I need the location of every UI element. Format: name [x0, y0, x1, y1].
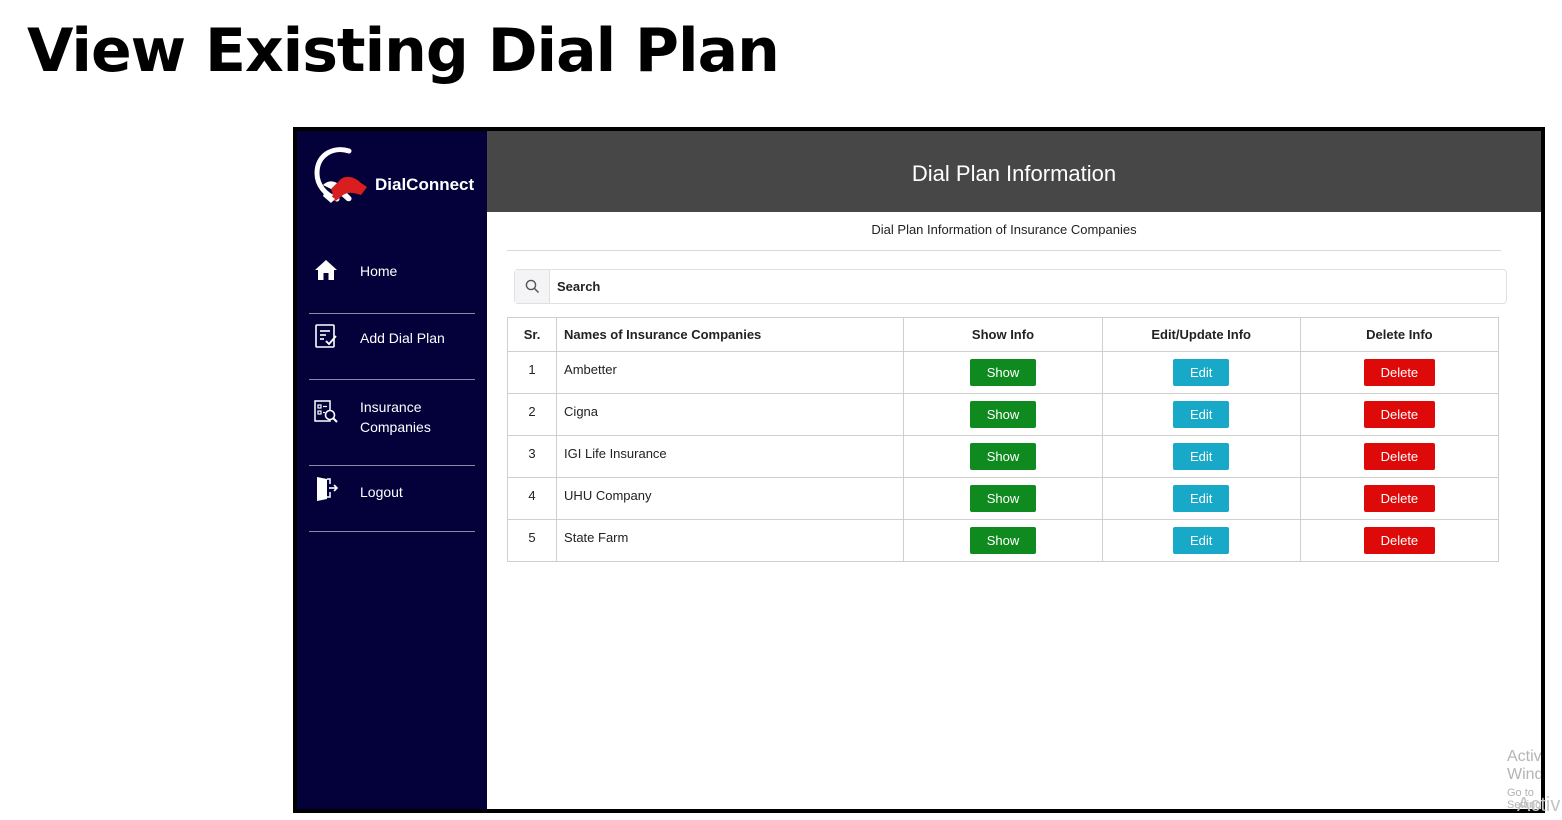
section-subheading: Dial Plan Information of Insurance Compa…: [507, 222, 1501, 251]
delete-cell: Delete: [1299, 393, 1500, 436]
delete-button[interactable]: Delete: [1363, 443, 1435, 470]
show-cell: Show: [903, 393, 1103, 436]
add-list-icon: [315, 324, 337, 348]
show-button[interactable]: Show: [969, 485, 1036, 512]
row-sr: 4: [506, 477, 558, 520]
sidebar-item-home[interactable]: Home: [309, 257, 475, 283]
sidebar-item-label: Insurance: [360, 399, 422, 415]
row-company-name: IGI Life Insurance: [556, 435, 905, 478]
sidebar-divider: [309, 465, 475, 466]
sidebar: DialConnect Home Add Dial Plan Insurance…: [297, 131, 487, 809]
show-button[interactable]: Show: [969, 401, 1036, 428]
edit-button[interactable]: Edit: [1173, 359, 1230, 386]
row-sr: 2: [506, 393, 558, 436]
row-sr: 3: [506, 435, 558, 478]
edit-cell: Edit: [1101, 477, 1301, 520]
table-row: 1 Ambetter Show Edit Delete: [506, 351, 1500, 394]
header-title: Dial Plan Information: [487, 131, 1541, 212]
logout-icon: [317, 477, 339, 501]
column-header-name: Names of Insurance Companies: [556, 317, 905, 352]
edit-cell: Edit: [1101, 393, 1301, 436]
page-heading: View Existing Dial Plan: [27, 16, 780, 86]
edit-cell: Edit: [1101, 351, 1301, 394]
show-cell: Show: [903, 477, 1103, 520]
table-row: 5 State Farm Show Edit Delete: [506, 519, 1500, 562]
handshake-logo-icon: [314, 147, 367, 203]
brand[interactable]: DialConnect: [311, 145, 481, 207]
sidebar-divider: [309, 313, 475, 314]
table-row: 2 Cigna Show Edit Delete: [506, 393, 1500, 436]
delete-cell: Delete: [1299, 519, 1500, 562]
brand-name: DialConnect: [375, 175, 475, 194]
app-window: DialConnect Home Add Dial Plan Insurance…: [293, 127, 1545, 813]
show-button[interactable]: Show: [969, 359, 1036, 386]
sidebar-divider: [309, 379, 475, 380]
sidebar-item-label: Add Dial Plan: [360, 330, 445, 346]
row-sr: 5: [506, 519, 558, 562]
table-row: 3 IGI Life Insurance Show Edit Delete: [506, 435, 1500, 478]
row-company-name: Cigna: [556, 393, 905, 436]
delete-button[interactable]: Delete: [1363, 527, 1435, 554]
sidebar-item-label: Logout: [360, 484, 403, 500]
column-header-edit-info: Edit/Update Info: [1101, 317, 1301, 352]
search-icon-button[interactable]: [515, 270, 550, 303]
column-header-show-info: Show Info: [903, 317, 1103, 352]
delete-cell: Delete: [1299, 435, 1500, 478]
sidebar-item-logout[interactable]: Logout: [309, 475, 475, 503]
search-bar: [514, 269, 1507, 304]
show-button[interactable]: Show: [969, 527, 1036, 554]
show-cell: Show: [903, 519, 1103, 562]
delete-button[interactable]: Delete: [1363, 401, 1435, 428]
table-header-row: Sr. Names of Insurance Companies Show In…: [506, 317, 1500, 352]
watermark-title: Activate Windows: [1507, 748, 1544, 783]
edit-button[interactable]: Edit: [1173, 401, 1230, 428]
row-company-name: UHU Company: [556, 477, 905, 520]
search-icon: [525, 279, 540, 294]
show-cell: Show: [903, 351, 1103, 394]
sidebar-item-add-dial-plan[interactable]: Add Dial Plan: [309, 323, 475, 351]
column-header-delete-info: Delete Info: [1299, 317, 1500, 352]
edit-cell: Edit: [1101, 519, 1301, 562]
delete-cell: Delete: [1299, 351, 1500, 394]
edit-button[interactable]: Edit: [1173, 443, 1230, 470]
search-input[interactable]: [551, 270, 1501, 303]
delete-cell: Delete: [1299, 477, 1500, 520]
edit-button[interactable]: Edit: [1173, 527, 1230, 554]
insurance-companies-table: Sr. Names of Insurance Companies Show In…: [506, 317, 1500, 562]
edit-button[interactable]: Edit: [1173, 485, 1230, 512]
edit-cell: Edit: [1101, 435, 1301, 478]
delete-button[interactable]: Delete: [1363, 485, 1435, 512]
companies-search-icon: [314, 400, 338, 423]
row-company-name: State Farm: [556, 519, 905, 562]
row-sr: 1: [506, 351, 558, 394]
row-company-name: Ambetter: [556, 351, 905, 394]
home-icon: [315, 260, 337, 280]
column-header-sr: Sr.: [506, 317, 558, 352]
show-button[interactable]: Show: [969, 443, 1036, 470]
delete-button[interactable]: Delete: [1363, 359, 1435, 386]
watermark-edge-text: Activ: [1517, 794, 1561, 816]
sidebar-item-label: Companies: [360, 419, 431, 435]
sidebar-item-insurance-companies[interactable]: Insurance Companies: [309, 396, 475, 440]
show-cell: Show: [903, 435, 1103, 478]
sidebar-divider: [309, 531, 475, 532]
table-row: 4 UHU Company Show Edit Delete: [506, 477, 1500, 520]
sidebar-item-label: Home: [360, 263, 398, 279]
main-content: Dial Plan Information Dial Plan Informat…: [487, 131, 1541, 809]
